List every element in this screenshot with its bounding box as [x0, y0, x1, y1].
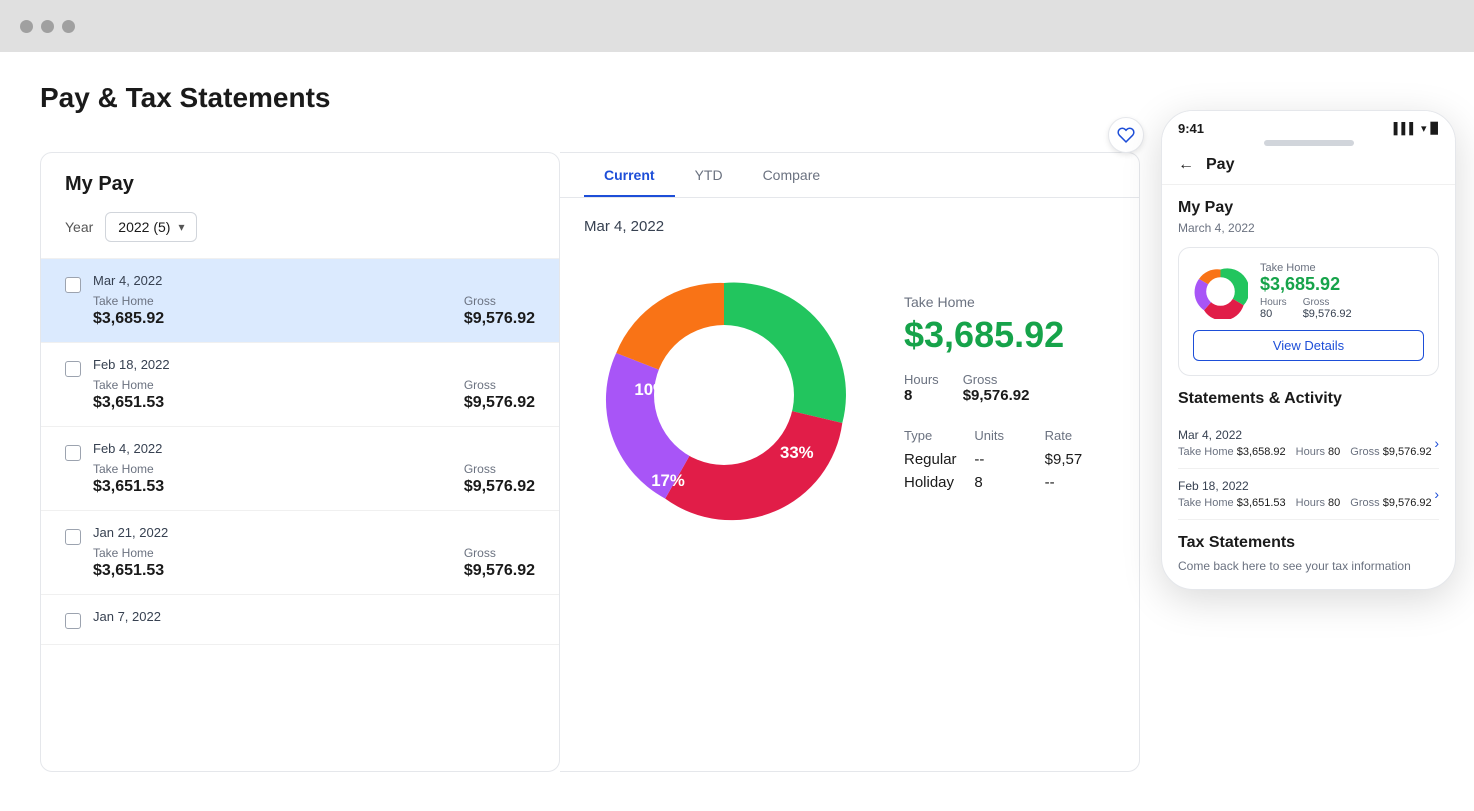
donut-chart: 38% 33% 17% 10% — [584, 255, 864, 535]
pay-table-row-1: Regular -- $9,57 — [904, 451, 1115, 468]
year-label: Year — [65, 219, 93, 235]
pay-list-item-1[interactable]: Mar 4, 2022 Take Home $3,685.92 Gross $9… — [41, 259, 559, 343]
take-home-value: $3,685.92 — [904, 314, 1115, 356]
year-select[interactable]: 2022 (5) ▾ — [105, 212, 197, 242]
my-pay-card-title: My Pay — [65, 173, 535, 196]
phone-tax-section: Tax Statements Come back here to see you… — [1178, 534, 1439, 575]
pay-list-item-3[interactable]: Feb 4, 2022 Take Home $3,651.53 Gross $9… — [41, 427, 559, 511]
chart-stats: Hours 8 Gross $9,576.92 — [904, 372, 1115, 404]
pay-take-home-group-3: Take Home $3,651.53 — [93, 462, 164, 496]
phone-statements-title: Statements & Activity — [1178, 390, 1439, 408]
phone-tax-title: Tax Statements — [1178, 534, 1439, 552]
wifi-icon: ▾ — [1421, 122, 1427, 135]
tab-compare[interactable]: Compare — [743, 153, 841, 197]
pay-item-content-4: Jan 21, 2022 Take Home $3,651.53 Gross $… — [93, 525, 535, 580]
pay-item-date-4: Jan 21, 2022 — [93, 525, 535, 540]
chevron-right-icon-1: › — [1434, 435, 1439, 451]
pay-take-home-group-2: Take Home $3,651.53 — [93, 378, 164, 412]
phone-nav-title: Pay — [1206, 156, 1234, 174]
phone-mockup: 9:41 ▌▌▌ ▾ ▉ ← Pay My Pay March 4, 2022 — [1161, 110, 1456, 590]
pay-gross-group-2: Gross $9,576.92 — [464, 378, 535, 412]
tab-ytd[interactable]: YTD — [675, 153, 743, 197]
browser-dot-1 — [20, 20, 33, 33]
phone-tax-desc: Come back here to see your tax informati… — [1178, 558, 1439, 575]
phone-statement-item-2[interactable]: Feb 18, 2022 Take Home $3,651.53 Hours 8… — [1178, 469, 1439, 520]
pay-item-date-1: Mar 4, 2022 — [93, 273, 535, 288]
tab-current[interactable]: Current — [584, 153, 675, 197]
pay-table-row-2: Holiday 8 -- — [904, 474, 1115, 491]
pay-take-home-group-1: Take Home $3,685.92 — [93, 294, 164, 328]
pay-list-item-4[interactable]: Jan 21, 2022 Take Home $3,651.53 Gross $… — [41, 511, 559, 595]
pay-item-checkbox-4[interactable] — [65, 529, 81, 545]
pay-list[interactable]: Mar 4, 2022 Take Home $3,685.92 Gross $9… — [41, 259, 559, 772]
phone-pay-row: Take Home $3,685.92 Hours 80 Gross $9,57… — [1193, 262, 1424, 320]
pay-item-checkbox-3[interactable] — [65, 445, 81, 461]
chart-info: Take Home $3,685.92 Hours 8 Gross $9,576… — [904, 294, 1115, 497]
phone-nav-bar: ← Pay — [1162, 150, 1455, 185]
my-pay-card: My Pay Year 2022 (5) ▾ Mar 4, 2022 Take … — [40, 152, 560, 772]
phone-body: My Pay March 4, 2022 — [1162, 185, 1455, 589]
detail-tabs: Current YTD Compare — [560, 153, 1139, 198]
signal-icon: ▌▌▌ — [1394, 123, 1417, 135]
detail-panel: Current YTD Compare Mar 4, 2022 — [560, 152, 1140, 772]
phone-status-icons: ▌▌▌ ▾ ▉ — [1394, 122, 1439, 135]
pay-item-checkbox-2[interactable] — [65, 361, 81, 377]
pay-item-date-2: Feb 18, 2022 — [93, 357, 535, 372]
phone-time: 9:41 — [1178, 121, 1204, 136]
pay-item-content-1: Mar 4, 2022 Take Home $3,685.92 Gross $9… — [93, 273, 535, 328]
browser-chrome — [0, 0, 1474, 52]
pay-item-date-5: Jan 7, 2022 — [93, 609, 535, 624]
pay-gross-group-3: Gross $9,576.92 — [464, 462, 535, 496]
pay-table-header: Type Units Rate — [904, 428, 1115, 443]
pay-item-content-5: Jan 7, 2022 — [93, 609, 535, 630]
phone-hours-gross: Hours 80 Gross $9,576.92 — [1260, 297, 1424, 320]
phone-my-pay-title: My Pay — [1178, 199, 1439, 217]
pay-list-item-2[interactable]: Feb 18, 2022 Take Home $3,651.53 Gross $… — [41, 343, 559, 427]
pay-gross-group-4: Gross $9,576.92 — [464, 546, 535, 580]
phone-notch — [1264, 140, 1354, 146]
pay-item-checkbox-1[interactable] — [65, 277, 81, 293]
svg-text:17%: 17% — [651, 471, 685, 490]
hours-stat: Hours 8 — [904, 372, 939, 404]
phone-pay-date: March 4, 2022 — [1178, 221, 1439, 235]
chevron-right-icon-2: › — [1434, 486, 1439, 502]
svg-text:33%: 33% — [780, 443, 814, 462]
pay-item-date-3: Feb 4, 2022 — [93, 441, 535, 456]
pay-item-amounts-4: Take Home $3,651.53 Gross $9,576.92 — [93, 546, 535, 580]
gross-stat: Gross $9,576.92 — [963, 372, 1030, 404]
pay-list-item-5[interactable]: Jan 7, 2022 — [41, 595, 559, 645]
pay-item-content-2: Feb 18, 2022 Take Home $3,651.53 Gross $… — [93, 357, 535, 412]
phone-status-bar: 9:41 ▌▌▌ ▾ ▉ — [1162, 111, 1455, 140]
pay-item-amounts-3: Take Home $3,651.53 Gross $9,576.92 — [93, 462, 535, 496]
pay-item-amounts-2: Take Home $3,651.53 Gross $9,576.92 — [93, 378, 535, 412]
battery-icon: ▉ — [1431, 122, 1439, 135]
phone-pay-card: Take Home $3,685.92 Hours 80 Gross $9,57… — [1178, 247, 1439, 376]
pay-item-content-3: Feb 4, 2022 Take Home $3,651.53 Gross $9… — [93, 441, 535, 496]
phone-statement-item-1[interactable]: Mar 4, 2022 Take Home $3,658.92 Hours 80… — [1178, 418, 1439, 469]
main-content: Pay & Tax Statements My Pay Year 2022 (5… — [0, 52, 1474, 811]
phone-mini-donut — [1193, 264, 1248, 319]
chart-area: 38% 33% 17% 10% Take Home $3,685.92 Hour… — [584, 255, 1115, 535]
pay-gross-group-1: Gross $9,576.92 — [464, 294, 535, 328]
browser-dot-3 — [62, 20, 75, 33]
pay-item-checkbox-5[interactable] — [65, 613, 81, 629]
phone-back-button[interactable]: ← — [1178, 156, 1194, 174]
year-selector-row: Year 2022 (5) ▾ — [65, 212, 535, 242]
favorite-button[interactable] — [1108, 117, 1144, 153]
browser-dot-2 — [41, 20, 54, 33]
my-pay-header: My Pay Year 2022 (5) ▾ — [41, 153, 559, 259]
pay-take-home-group-4: Take Home $3,651.53 — [93, 546, 164, 580]
pay-type-table: Type Units Rate Regular -- $9,57 Holiday… — [904, 428, 1115, 491]
detail-content: Mar 4, 2022 — [560, 198, 1139, 579]
pay-item-amounts-1: Take Home $3,685.92 Gross $9,576.92 — [93, 294, 535, 328]
phone-view-details-button[interactable]: View Details — [1193, 330, 1424, 361]
detail-date: Mar 4, 2022 — [584, 218, 1115, 235]
phone-pay-info: Take Home $3,685.92 Hours 80 Gross $9,57… — [1260, 262, 1424, 320]
take-home-label: Take Home — [904, 294, 1115, 310]
svg-text:10%: 10% — [634, 380, 668, 399]
chevron-down-icon: ▾ — [178, 220, 184, 234]
